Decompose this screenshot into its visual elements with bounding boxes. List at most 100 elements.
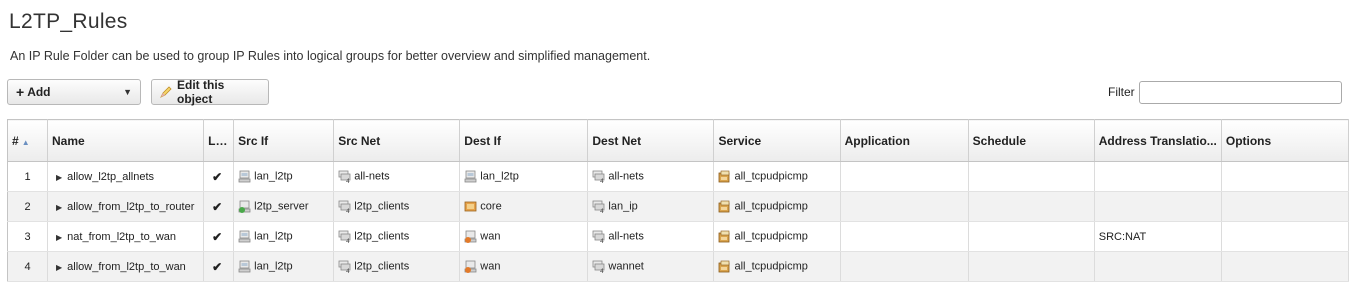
svg-text:4: 4 bbox=[346, 238, 350, 243]
expand-arrow-icon[interactable]: ▶ bbox=[56, 173, 62, 182]
checkmark-icon: ✔ bbox=[212, 199, 223, 214]
service-icon bbox=[718, 230, 731, 243]
table-row[interactable]: 4 ▶ allow_from_l2tp_to_wan ✔ lan_l2tp 4 l2tp_c… bbox=[7, 251, 1350, 282]
edit-button-label: Edit this object bbox=[177, 78, 225, 106]
cell-address-translation bbox=[1094, 251, 1222, 282]
column-header-src-net[interactable]: Src Net bbox=[333, 119, 461, 162]
cell-schedule bbox=[968, 251, 1095, 282]
cell-dest-net: 4 wannet bbox=[587, 251, 715, 282]
column-header-num[interactable]: # ▲ bbox=[7, 119, 49, 162]
cell-options bbox=[1221, 221, 1350, 252]
add-button[interactable]: + Add ▼ bbox=[7, 79, 141, 105]
cell-address-translation: SRC:NAT bbox=[1094, 221, 1222, 252]
checkmark-icon: ✔ bbox=[212, 169, 223, 184]
cell-num: 4 bbox=[7, 251, 49, 282]
cell-src-if: l2tp_server bbox=[233, 191, 335, 222]
cell-schedule bbox=[968, 221, 1095, 252]
column-header-options[interactable]: Options bbox=[1221, 119, 1350, 162]
interface-icon bbox=[238, 260, 251, 273]
network-icon: 4 bbox=[592, 260, 605, 275]
cell-src-net: 4 all-nets bbox=[333, 161, 461, 192]
expand-arrow-icon[interactable]: ▶ bbox=[56, 263, 62, 272]
cell-service: all_tcpudpicmp bbox=[713, 251, 841, 282]
cell-application bbox=[840, 161, 969, 192]
column-header-log[interactable]: Log bbox=[203, 119, 235, 162]
service-icon bbox=[718, 170, 731, 183]
svg-text:4: 4 bbox=[346, 208, 350, 213]
add-button-label: Add bbox=[27, 85, 51, 99]
cell-address-translation bbox=[1094, 161, 1222, 192]
cell-src-if: lan_l2tp bbox=[233, 221, 335, 252]
cell-options bbox=[1221, 251, 1350, 282]
cell-dest-net: 4 all-nets bbox=[587, 221, 715, 252]
filter-label: Filter bbox=[1108, 85, 1135, 99]
cell-service: all_tcpudpicmp bbox=[713, 221, 841, 252]
cell-src-net: 4 l2tp_clients bbox=[333, 221, 461, 252]
column-header-name[interactable]: Name bbox=[47, 119, 205, 162]
plus-icon: + bbox=[16, 84, 25, 100]
expand-arrow-icon[interactable]: ▶ bbox=[56, 233, 62, 242]
network-icon: 4 bbox=[592, 170, 605, 185]
filter-input[interactable] bbox=[1139, 81, 1342, 104]
svg-text:4: 4 bbox=[600, 178, 604, 183]
network-icon: 4 bbox=[338, 170, 351, 185]
table-header-row: # ▲ Name Log Src If Src Net Dest If Dest … bbox=[7, 119, 1350, 162]
network-icon: 4 bbox=[592, 200, 605, 215]
pencil-icon bbox=[160, 86, 172, 98]
cell-options bbox=[1221, 191, 1350, 222]
table-row[interactable]: 3 ▶ nat_from_l2tp_to_wan ✔ lan_l2tp 4 l2tp_cli… bbox=[7, 221, 1350, 252]
cell-dest-if: core bbox=[459, 191, 589, 222]
cell-num: 3 bbox=[7, 221, 49, 252]
network-icon: 4 bbox=[338, 260, 351, 275]
network-icon: 4 bbox=[592, 230, 605, 245]
cell-address-translation bbox=[1094, 191, 1222, 222]
column-header-dest-if[interactable]: Dest If bbox=[459, 119, 589, 162]
expand-arrow-icon[interactable]: ▶ bbox=[56, 203, 62, 212]
cell-src-net: 4 l2tp_clients bbox=[333, 191, 461, 222]
cell-log: ✔ bbox=[203, 221, 235, 252]
cell-service: all_tcpudpicmp bbox=[713, 191, 841, 222]
network-icon: 4 bbox=[338, 200, 351, 215]
cell-log: ✔ bbox=[203, 161, 235, 192]
cell-dest-if: lan_l2tp bbox=[459, 161, 589, 192]
table-row[interactable]: 2 ▶ allow_from_l2tp_to_router ✔ l2tp_server 4… bbox=[7, 191, 1350, 222]
checkmark-icon: ✔ bbox=[212, 229, 223, 244]
cell-src-if: lan_l2tp bbox=[233, 161, 335, 192]
column-header-service[interactable]: Service bbox=[713, 119, 841, 162]
cell-num: 1 bbox=[7, 161, 49, 192]
edit-object-button[interactable]: Edit this object bbox=[151, 78, 269, 106]
column-header-schedule[interactable]: Schedule bbox=[968, 119, 1095, 162]
cell-application bbox=[840, 251, 969, 282]
cell-schedule bbox=[968, 161, 1095, 192]
chevron-down-icon: ▼ bbox=[123, 87, 132, 97]
checkmark-icon: ✔ bbox=[212, 259, 223, 274]
svg-text:4: 4 bbox=[346, 268, 350, 273]
cell-service: all_tcpudpicmp bbox=[713, 161, 841, 192]
cell-name: ▶ allow_from_l2tp_to_wan bbox=[47, 251, 205, 282]
cell-num: 2 bbox=[7, 191, 49, 222]
interface-icon bbox=[464, 170, 477, 183]
cell-log: ✔ bbox=[203, 191, 235, 222]
service-icon bbox=[718, 260, 731, 273]
core-icon bbox=[464, 200, 477, 213]
svg-text:4: 4 bbox=[600, 238, 604, 243]
column-header-application[interactable]: Application bbox=[840, 119, 969, 162]
cell-name: ▶ allow_l2tp_allnets bbox=[47, 161, 205, 192]
column-header-src-if[interactable]: Src If bbox=[233, 119, 335, 162]
cell-application bbox=[840, 221, 969, 252]
cell-src-if: lan_l2tp bbox=[233, 251, 335, 282]
table-row[interactable]: 1 ▶ allow_l2tp_allnets ✔ lan_l2tp 4 all-nets la… bbox=[7, 161, 1350, 192]
interface-icon bbox=[238, 170, 251, 183]
page-description: An IP Rule Folder can be used to group I… bbox=[10, 49, 651, 63]
cell-log: ✔ bbox=[203, 251, 235, 282]
cell-dest-net: 4 lan_ip bbox=[587, 191, 715, 222]
cell-dest-if: wan bbox=[459, 221, 589, 252]
column-header-dest-net[interactable]: Dest Net bbox=[587, 119, 715, 162]
cell-dest-if: wan bbox=[459, 251, 589, 282]
wan-icon bbox=[464, 230, 477, 243]
rules-table: # ▲ Name Log Src If Src Net Dest If Dest … bbox=[7, 119, 1350, 282]
cell-options bbox=[1221, 161, 1350, 192]
column-header-address-translation[interactable]: Address Translatio... bbox=[1094, 119, 1222, 162]
cell-name: ▶ nat_from_l2tp_to_wan bbox=[47, 221, 205, 252]
service-icon bbox=[718, 200, 731, 213]
